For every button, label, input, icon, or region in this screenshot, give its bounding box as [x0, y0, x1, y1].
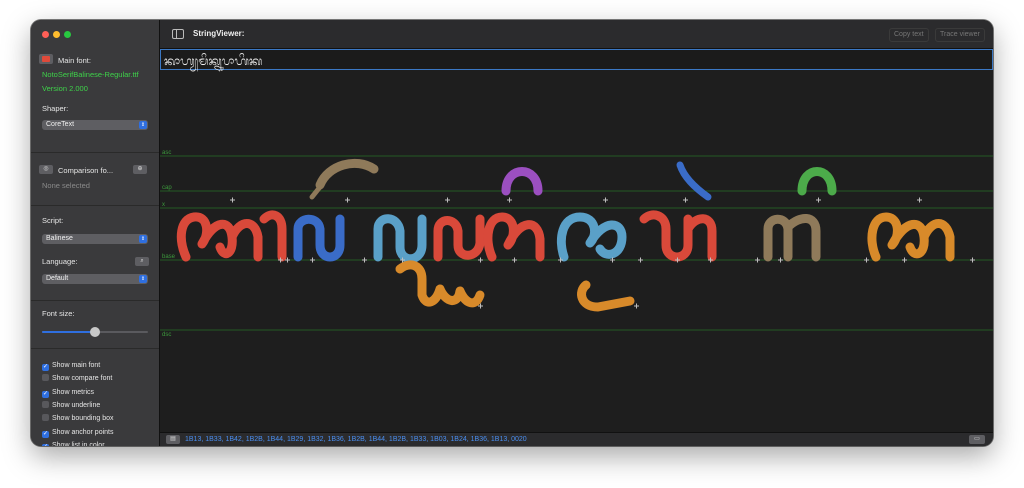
main-font-label: Main font:: [58, 56, 91, 65]
glyph-12: [676, 161, 712, 201]
script-value: Balinese: [46, 235, 73, 242]
glyph-15: [763, 214, 821, 262]
script-label: Script:: [42, 216, 64, 225]
chevron-updown-icon: ⇕: [139, 121, 147, 129]
metric-label-dsc: dsc: [162, 332, 171, 338]
glyph-7: [433, 214, 485, 262]
glyph-6: [395, 260, 485, 308]
option-checkbox-label: Show metrics: [52, 388, 95, 396]
option-checkbox[interactable]: ✓ Show main font: [42, 361, 100, 371]
divider: [31, 205, 159, 206]
checkbox-empty-icon[interactable]: [42, 400, 49, 408]
font-size-slider[interactable]: [42, 327, 148, 337]
copy-text-button[interactable]: Copy text: [889, 28, 929, 42]
font-version: Version 2.000: [42, 84, 88, 93]
divider: [31, 300, 159, 301]
checkmark-icon[interactable]: ✓: [42, 430, 49, 438]
app-window: Main font: NotoSerifBalinese-Regular.ttf…: [31, 20, 993, 446]
codepoint-list: 1B13, 1B33, 1B42, 1B2B, 1B44, 1B29, 1B32…: [185, 436, 527, 443]
clipboard-icon[interactable]: ▤: [166, 435, 180, 444]
main-font-color-swatch[interactable]: [39, 54, 53, 64]
option-checkbox[interactable]: ✓ Show metrics: [42, 388, 94, 398]
comparison-add-button[interactable]: ⊕: [133, 165, 147, 174]
checkmark-icon[interactable]: ✓: [42, 443, 49, 446]
metric-label-base: base: [162, 254, 176, 260]
glyph-3: [259, 210, 287, 262]
glyph-canvas: asc cap x base dsc: [160, 69, 993, 431]
language-lookup-button[interactable]: ⌕: [135, 257, 149, 266]
glyph-14: [797, 167, 837, 196]
script-select[interactable]: Balinese ⇕: [42, 234, 148, 244]
option-checkbox[interactable]: ✓ Show anchor points: [42, 428, 113, 438]
slider-knob[interactable]: [90, 327, 100, 337]
option-checkbox-label: Show list in color: [52, 441, 105, 446]
comparison-color-button[interactable]: ◎: [39, 165, 53, 174]
window-title: StringViewer:: [193, 29, 245, 38]
glyph-8: [501, 167, 543, 196]
chevron-updown-icon: ⇕: [139, 275, 147, 283]
option-checkbox-label: Show main font: [52, 362, 101, 369]
sidebar: Main font: NotoSerifBalinese-Regular.ttf…: [31, 20, 160, 446]
minimize-window-button[interactable]: [53, 31, 60, 38]
glyph-canvas-svg: asc cap x base dsc: [160, 150, 993, 338]
glyph-2: [315, 158, 379, 190]
language-value: Default: [46, 275, 69, 282]
option-checkbox-label: Show bounding box: [52, 415, 114, 423]
checkmark-icon[interactable]: ✓: [42, 364, 49, 371]
option-checkbox-label: Show compare font: [52, 375, 113, 383]
divider: [31, 348, 159, 349]
close-window-button[interactable]: [42, 31, 49, 38]
metric-label-cap: cap: [162, 185, 172, 191]
shaper-label: Shaper:: [42, 104, 69, 113]
divider: [31, 152, 159, 153]
glyph-9: [483, 212, 545, 262]
glyph-11: [577, 280, 635, 312]
font-size-label: Font size:: [42, 309, 75, 318]
option-checkbox-label: Show anchor points: [52, 428, 114, 436]
glyph-2b: [309, 184, 323, 200]
title-bar: StringViewer: Copy text Trace viewer: [160, 20, 993, 49]
slider-fill: [42, 331, 95, 333]
comparison-font-label: Comparison fo...: [58, 166, 114, 175]
metric-label-asc: asc: [162, 150, 171, 156]
option-checkbox-label: Show underline: [52, 401, 101, 409]
shaper-select[interactable]: CoreText ⇕: [42, 120, 148, 130]
glyph-10: [556, 212, 627, 262]
glyph-4: [293, 214, 345, 262]
checkbox-empty-icon[interactable]: [42, 374, 49, 382]
glyph-5: [373, 214, 427, 264]
shaped-glyphs: [176, 158, 955, 312]
comparison-font-value: None selected: [42, 181, 90, 190]
font-file-name: NotoSerifBalinese-Regular.ttf: [42, 70, 139, 79]
zoom-window-button[interactable]: [64, 31, 71, 38]
glyph-16: [867, 212, 955, 262]
glyph-1: [176, 212, 263, 262]
language-select[interactable]: Default ⇕: [42, 274, 148, 284]
text-input[interactable]: ᬓᬵᬳ᭄ᬬᬫᬶᬓ᭄ᬦᬸᬧᬵᬳᬶᬓ: [160, 49, 993, 70]
status-bar: ▤ 1B13, 1B33, 1B42, 1B2B, 1B44, 1B29, 1B…: [160, 432, 993, 446]
metric-label-x: x: [162, 202, 165, 208]
option-checkbox[interactable]: Show bounding box: [42, 414, 114, 424]
shaper-value: CoreText: [46, 121, 75, 128]
checkbox-empty-icon[interactable]: [42, 414, 49, 422]
panel-toggle-icon[interactable]: ▭: [969, 435, 985, 444]
main-area: StringViewer: Copy text Trace viewer ᬓᬵᬳ…: [160, 20, 993, 446]
checkmark-icon[interactable]: ✓: [42, 390, 49, 398]
trace-viewer-button[interactable]: Trace viewer: [935, 28, 985, 42]
language-label: Language:: [42, 257, 78, 266]
sidebar-toggle-icon[interactable]: [172, 29, 184, 39]
chevron-updown-icon: ⇕: [139, 235, 147, 243]
glyph-13: [639, 210, 717, 262]
option-checkbox[interactable]: Show underline: [42, 400, 101, 411]
option-checkbox[interactable]: ✓Show list in color: [42, 441, 105, 446]
option-checkbox[interactable]: Show compare font: [42, 374, 112, 384]
